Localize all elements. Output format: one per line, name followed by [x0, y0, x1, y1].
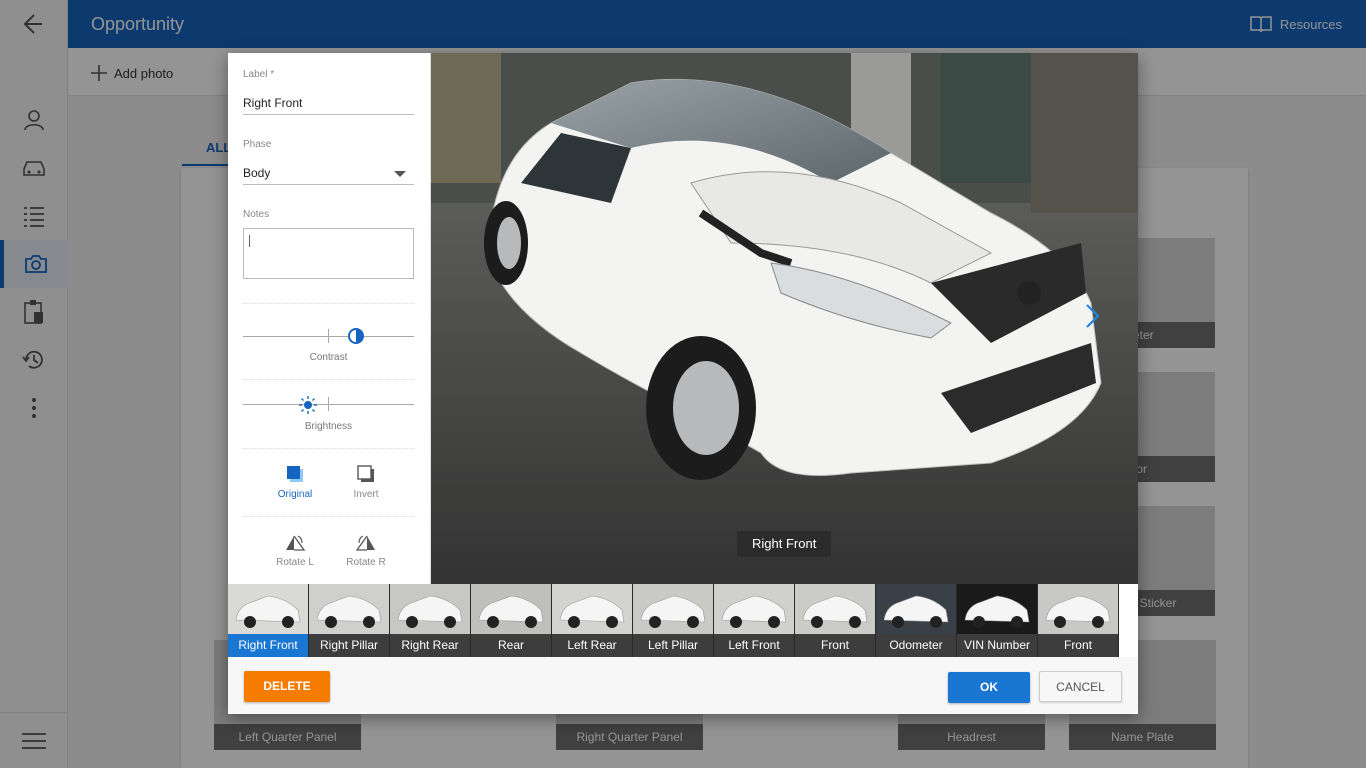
thumbnail-label: Left Pillar: [633, 634, 713, 657]
thumbnail-label: Rear: [471, 634, 551, 657]
thumbnail-image: [714, 584, 794, 634]
thumbnail-item[interactable]: Rear: [471, 584, 551, 657]
invert-button[interactable]: Invert: [336, 463, 396, 500]
ok-button[interactable]: OK: [948, 672, 1030, 703]
rotate-left-label: Rotate L: [276, 557, 314, 568]
contrast-slider-thumb[interactable]: [347, 328, 364, 344]
delete-button[interactable]: DELETE: [244, 671, 330, 702]
rotate-right-icon: [355, 535, 375, 551]
label-field-label: Label *: [243, 69, 275, 80]
invert-label: Invert: [353, 489, 379, 500]
contrast-label: Contrast: [309, 352, 348, 363]
brightness-label: Brightness: [304, 421, 353, 432]
original-button[interactable]: Original: [265, 463, 325, 500]
next-photo-icon[interactable]: [1079, 301, 1105, 331]
phase-field-label: Phase: [243, 139, 272, 150]
rotate-left-icon: [286, 535, 306, 551]
car-photo: Right Front: [431, 53, 1138, 584]
invert-icon: [357, 465, 374, 482]
thumbnail-label: Front: [1038, 634, 1118, 657]
edit-panel: Label * Right Front Phase Body Notes Con…: [228, 53, 431, 584]
thumbnail-item[interactable]: Odometer: [876, 584, 956, 657]
thumbnail-image: [633, 584, 713, 634]
thumbnail-item[interactable]: Front: [795, 584, 875, 657]
photo-editor-dialog: Label * Right Front Phase Body Notes Con…: [228, 53, 1138, 714]
dialog-footer: DELETE OK CANCEL: [228, 657, 1138, 714]
sun-icon: [298, 396, 317, 414]
notes-field-label: Notes: [243, 209, 270, 220]
thumbnail-label: Odometer: [876, 634, 956, 657]
car-photo-image: [431, 53, 1138, 584]
contrast-center-tick: [328, 329, 329, 343]
thumbnail-strip: Right Front Right Pillar Right Rear Rear Lef…: [228, 584, 1138, 657]
thumbnail-image: [471, 584, 551, 634]
thumbnail-image: [390, 584, 470, 634]
thumbnail-label: Left Front: [714, 634, 794, 657]
thumbnail-label: Front: [795, 634, 875, 657]
rotate-right-button[interactable]: Rotate R: [336, 531, 396, 568]
thumbnail-item[interactable]: Right Front: [228, 584, 308, 657]
thumbnail-image: [552, 584, 632, 634]
thumbnail-label: Right Rear: [390, 634, 470, 657]
original-label: Original: [277, 489, 313, 500]
thumbnail-item[interactable]: Front: [1038, 584, 1118, 657]
thumbnail-label: Right Front: [228, 634, 308, 657]
divider: [243, 516, 414, 517]
thumbnail-item[interactable]: Right Rear: [390, 584, 470, 657]
thumbnail-item[interactable]: Right Pillar: [309, 584, 389, 657]
thumbnail-label: VIN Number: [957, 634, 1037, 657]
thumbnail-label: Left Rear: [552, 634, 632, 657]
thumbnail-image: [1038, 584, 1118, 634]
thumbnail-image: [228, 584, 308, 634]
brightness-center-tick: [328, 397, 329, 411]
divider: [243, 448, 414, 449]
thumbnail-image: [795, 584, 875, 634]
thumbnail-label: Right Pillar: [309, 634, 389, 657]
thumbnail-image: [309, 584, 389, 634]
thumbnail-item[interactable]: VIN Number: [957, 584, 1037, 657]
thumbnail-image: [876, 584, 956, 634]
notes-textarea[interactable]: [243, 228, 414, 279]
cancel-button[interactable]: CANCEL: [1039, 671, 1122, 702]
brightness-slider-thumb[interactable]: [298, 396, 317, 414]
divider: [243, 303, 414, 304]
phase-value: Body: [243, 166, 271, 180]
dropdown-arrow-icon: [394, 171, 406, 177]
rotate-left-button[interactable]: Rotate L: [265, 531, 325, 568]
thumbnail-item[interactable]: Left Rear: [552, 584, 632, 657]
thumbnail-item[interactable]: Left Front: [714, 584, 794, 657]
thumbnail-item[interactable]: [1119, 584, 1138, 657]
thumbnail-image: [957, 584, 1037, 634]
divider: [243, 379, 414, 380]
rotate-right-label: Rotate R: [346, 557, 386, 568]
thumbnail-item[interactable]: Left Pillar: [633, 584, 713, 657]
photo-caption: Right Front: [737, 531, 832, 557]
text-cursor: [249, 235, 250, 247]
phase-select[interactable]: Body: [243, 166, 414, 185]
original-icon: [287, 466, 303, 482]
label-input[interactable]: Right Front: [243, 96, 414, 115]
